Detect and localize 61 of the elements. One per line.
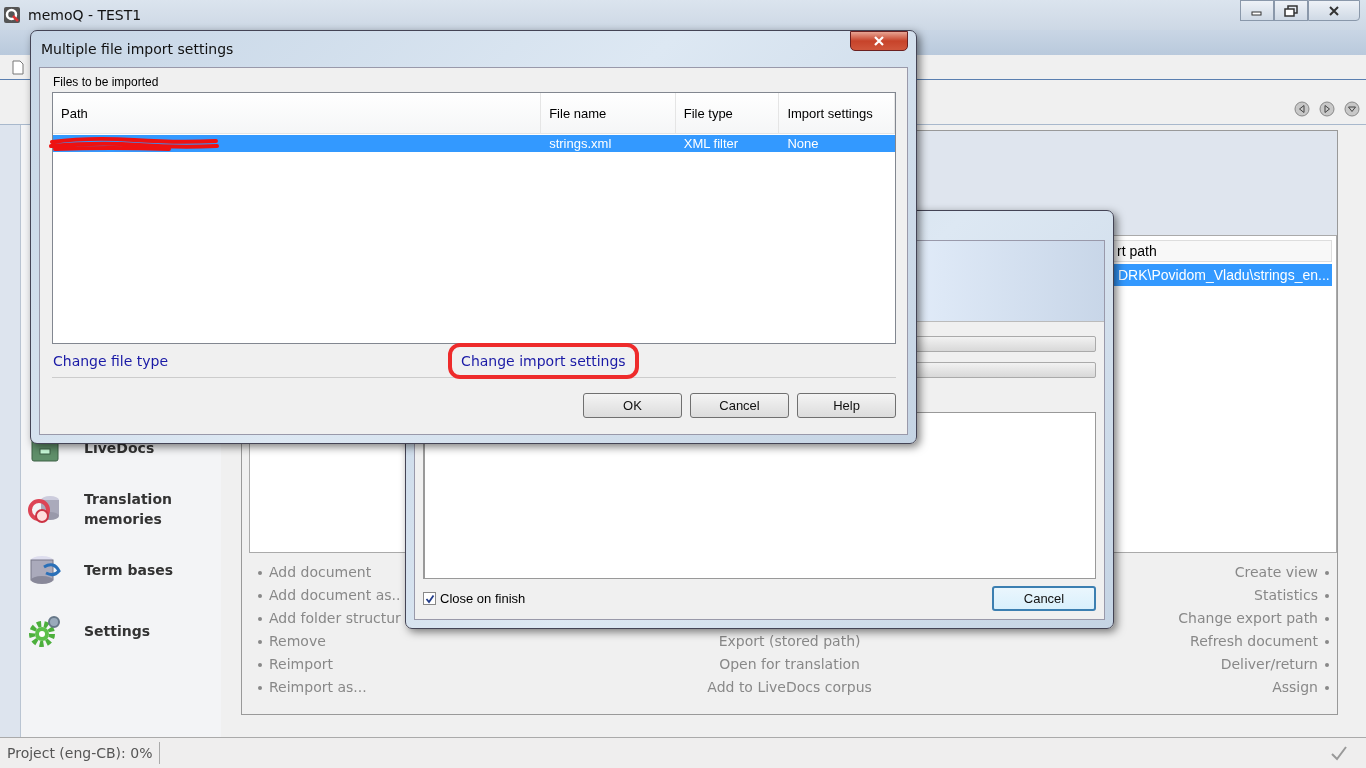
close-icon [1328, 4, 1340, 17]
action-link[interactable]: Remove [269, 630, 326, 653]
action-link[interactable]: Open for translation [719, 653, 860, 676]
sidebar-item[interactable]: Settings [21, 600, 221, 661]
checkbox-label: Close on finish [440, 591, 526, 606]
bullet-icon [258, 570, 262, 575]
new-document-icon[interactable] [12, 59, 24, 75]
action-link[interactable]: Create view [1234, 561, 1318, 584]
action-link[interactable]: Export (stored path) [718, 630, 861, 653]
column-header[interactable]: File type [675, 93, 780, 133]
bullet-icon [258, 593, 262, 598]
next-icon[interactable] [1319, 101, 1335, 117]
action-link[interactable]: Statistics [1254, 584, 1318, 607]
bullet-icon [258, 662, 262, 667]
status-text: Project (eng-CB): 0% [0, 742, 161, 764]
restore-icon [1284, 4, 1298, 17]
app-logo-icon [4, 7, 20, 23]
action-link[interactable]: Add folder structur [269, 607, 401, 630]
bullet-icon [258, 616, 262, 621]
link[interactable]: Change file type [52, 346, 177, 375]
checkmark-icon [1330, 745, 1348, 761]
bullet-icon [258, 685, 262, 690]
bullet-icon [1325, 662, 1329, 667]
gear-icon [28, 613, 62, 648]
action-link[interactable]: Add document as.. [269, 584, 401, 607]
action-link[interactable]: Change export path [1178, 607, 1318, 630]
sidebar-item[interactable]: Translation memories [21, 478, 221, 539]
bullet-icon [1325, 593, 1329, 598]
dialog-title: Multiple file import settings [41, 41, 234, 57]
close-button[interactable] [1308, 0, 1360, 21]
window-title: memoQ - TEST1 [28, 7, 142, 23]
cancel-button[interactable]: Cancel [992, 586, 1096, 611]
previous-icon[interactable] [1294, 101, 1310, 117]
bullet-icon [258, 639, 262, 644]
bullet-icon [1325, 570, 1329, 575]
action-link[interactable]: Assign [1272, 676, 1318, 699]
bullet-icon [1325, 685, 1329, 690]
cancel-button[interactable]: Cancel [690, 393, 789, 418]
sidebar-item[interactable]: Term bases [21, 539, 221, 600]
group-label: Files to be imported [53, 74, 160, 91]
action-link[interactable]: Reimport [269, 653, 333, 676]
bullet-icon [1325, 616, 1329, 621]
column-header[interactable]: Import settings [779, 93, 895, 133]
action-link[interactable]: Reimport as... [269, 676, 367, 699]
action-link[interactable]: Add to LiveDocs corpus [707, 676, 872, 699]
action-link[interactable]: Deliver/return [1220, 653, 1318, 676]
dropdown-icon[interactable] [1344, 101, 1360, 117]
ok-button[interactable]: OK [583, 393, 682, 418]
link[interactable]: Change import settings [448, 342, 639, 379]
action-link[interactable]: Refresh document [1190, 630, 1318, 653]
help-button[interactable]: Help [797, 393, 896, 418]
bullet-icon [1325, 639, 1329, 644]
action-link[interactable]: Add document [269, 561, 372, 584]
minimize-button[interactable] [1240, 0, 1274, 21]
maximize-button[interactable] [1274, 0, 1308, 21]
column-header[interactable]: Path [53, 93, 542, 133]
checkbox[interactable] [423, 592, 436, 605]
close-icon [873, 35, 885, 47]
close-button[interactable] [850, 31, 908, 51]
column-header[interactable]: File name [541, 93, 676, 133]
column-header[interactable]: rt path [1117, 243, 1157, 259]
